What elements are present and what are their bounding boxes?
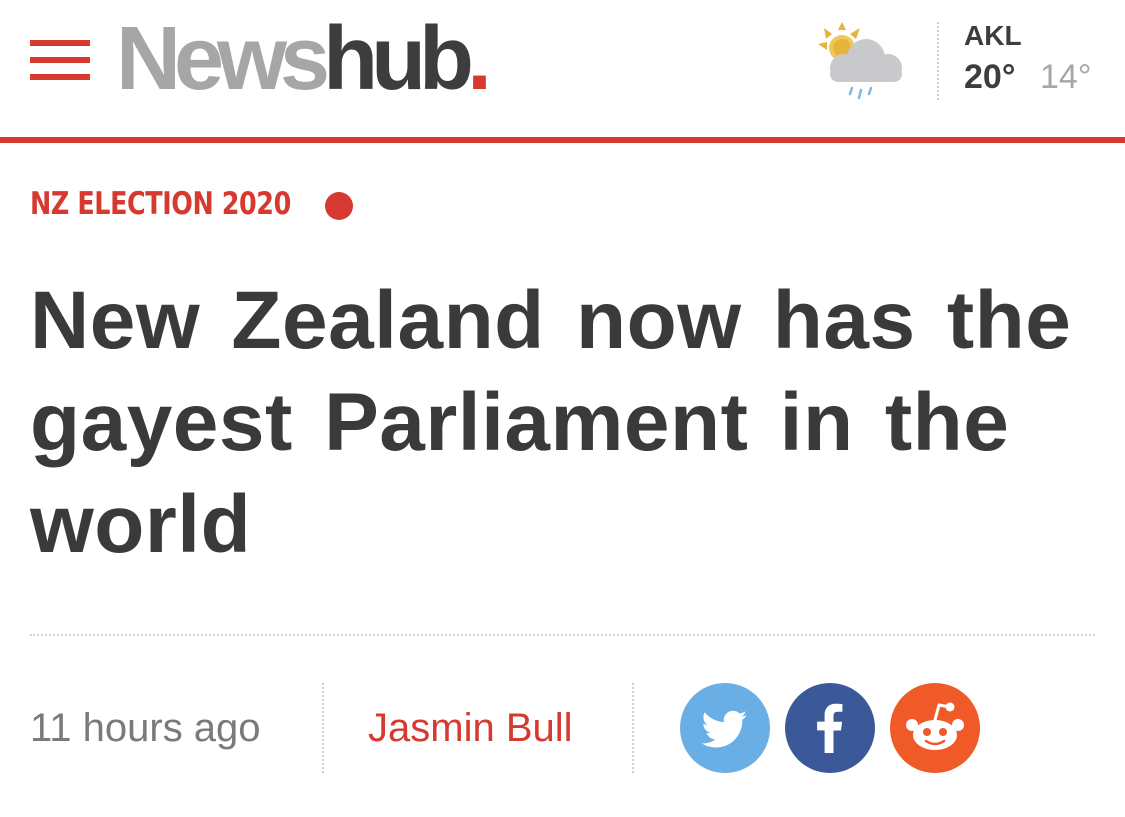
weather-divider bbox=[937, 22, 939, 100]
logo-news: News bbox=[116, 9, 330, 109]
article-headline: New Zealand now has the gayest Parliamen… bbox=[30, 275, 1072, 570]
menu-bar-top bbox=[30, 40, 90, 46]
sun-cloud-rain-icon bbox=[818, 22, 902, 100]
logo-hub: hub bbox=[323, 9, 474, 109]
menu-bar-bottom bbox=[30, 74, 90, 80]
share-twitter-button[interactable] bbox=[680, 683, 770, 773]
live-indicator-dot bbox=[325, 192, 353, 220]
section-tag[interactable]: NZ ELECTION 2020 bbox=[30, 186, 291, 222]
weather-high-temp: 20° bbox=[964, 58, 1016, 96]
logo-dot: . bbox=[467, 9, 492, 109]
meta-divider-rule bbox=[30, 634, 1095, 636]
article-author-link[interactable]: Jasmin Bull bbox=[368, 706, 573, 751]
article-timestamp: 11 hours ago bbox=[30, 706, 261, 750]
twitter-bird-icon bbox=[701, 710, 747, 748]
menu-bar-middle bbox=[30, 57, 90, 63]
meta-divider bbox=[322, 683, 324, 773]
site-header: Newshub. AKL 20° 14° bbox=[0, 0, 1125, 137]
reddit-alien-icon bbox=[906, 702, 964, 750]
newshub-logo[interactable]: Newshub. bbox=[116, 14, 492, 104]
share-reddit-button[interactable] bbox=[890, 683, 980, 773]
weather-low-temp: 14° bbox=[1040, 58, 1092, 96]
share-facebook-button[interactable] bbox=[785, 683, 875, 773]
header-red-rule bbox=[0, 137, 1125, 143]
facebook-f-icon bbox=[817, 703, 843, 753]
meta-divider bbox=[632, 683, 634, 773]
hamburger-menu-icon[interactable] bbox=[30, 40, 90, 84]
weather-city: AKL bbox=[964, 20, 1022, 51]
